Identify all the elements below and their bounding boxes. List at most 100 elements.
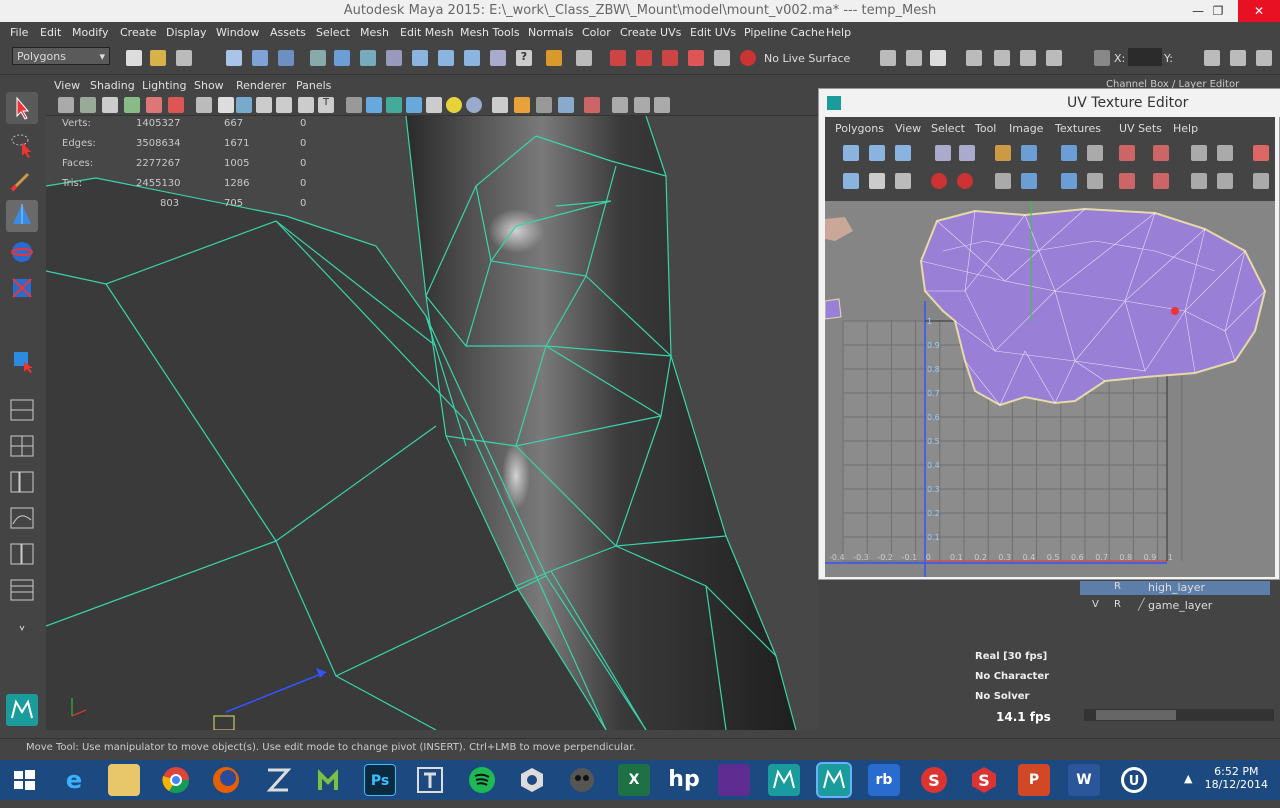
select-component-icon[interactable]	[278, 50, 294, 66]
menu-mesh[interactable]: Mesh	[360, 26, 389, 39]
system-clock[interactable]: 6:52 PM 18/12/2014	[1205, 765, 1268, 791]
help-icon[interactable]: ?	[516, 50, 532, 66]
attribute-editor-icon[interactable]	[966, 50, 982, 66]
panel-menu-show[interactable]: Show	[194, 79, 224, 92]
menu-modify[interactable]: Modify	[72, 26, 108, 39]
layout-timeline-icon[interactable]	[6, 574, 38, 606]
magnet-icon[interactable]	[740, 50, 756, 66]
file-explorer-icon[interactable]	[108, 764, 140, 796]
x-field[interactable]	[1128, 48, 1162, 66]
close-button[interactable]: ✕	[1238, 0, 1280, 22]
s-app-icon[interactable]: S	[918, 764, 950, 796]
mask-face-icon[interactable]	[360, 50, 376, 66]
smooth-shade-icon[interactable]	[366, 97, 382, 113]
bookmark-icon[interactable]	[102, 97, 118, 113]
menu-create-uvs[interactable]: Create UVs	[620, 26, 681, 39]
layer-row[interactable]: R high_layer	[1080, 581, 1270, 595]
open-scene-icon[interactable]	[150, 50, 166, 66]
excel-icon[interactable]: X	[618, 764, 650, 796]
sidebar-toggle-icon[interactable]	[1204, 50, 1220, 66]
render-settings-icon[interactable]	[662, 50, 678, 66]
menu-select[interactable]: Select	[316, 26, 350, 39]
hud-toggle-icon[interactable]	[654, 97, 670, 113]
hexagon-app-icon[interactable]	[516, 764, 548, 796]
uv-rotate-cw-icon[interactable]	[957, 173, 973, 189]
xray-icon[interactable]	[406, 97, 422, 113]
uv-menu-select[interactable]: Select	[931, 122, 965, 135]
layout-hypershade-icon[interactable]	[6, 538, 38, 570]
purple-app-icon[interactable]	[718, 764, 750, 796]
layout-graph-icon[interactable]	[6, 502, 38, 534]
uv-grid-icon[interactable]	[1087, 145, 1103, 161]
manipulator-tool-icon[interactable]	[6, 344, 38, 376]
scrollbar-thumb[interactable]	[1096, 710, 1176, 720]
mask-vertex-icon[interactable]	[310, 50, 326, 66]
more-layouts-icon[interactable]	[6, 620, 38, 636]
select-hierarchy-icon[interactable]	[226, 50, 242, 66]
isolate-select-icon[interactable]	[584, 97, 600, 113]
layer-visibility-toggle[interactable]: V	[1092, 599, 1099, 610]
uv-lattice-icon[interactable]	[843, 145, 859, 161]
mask-app-icon[interactable]	[566, 764, 598, 796]
unreal-icon[interactable]: U	[1118, 764, 1150, 796]
outliner-toggle-icon[interactable]	[1230, 50, 1246, 66]
textured-icon[interactable]	[426, 97, 442, 113]
modeling-toolkit-icon[interactable]	[1256, 50, 1272, 66]
gate-mask-icon[interactable]	[256, 97, 272, 113]
word-icon[interactable]: W	[1068, 764, 1100, 796]
construction-history-icon[interactable]	[576, 50, 592, 66]
camera-attributes-icon[interactable]	[80, 97, 96, 113]
uv-straighten-icon[interactable]	[869, 173, 885, 189]
uv-align-v-icon[interactable]	[1153, 145, 1169, 161]
wireframe-on-shaded-icon[interactable]	[386, 97, 402, 113]
uv-menu-uv-sets[interactable]: UV Sets	[1119, 122, 1162, 135]
snap-point-icon[interactable]	[464, 50, 480, 66]
uv-smudge-icon[interactable]	[895, 145, 911, 161]
uv-pin-icon[interactable]	[1021, 173, 1037, 189]
uv-snapshot-icon[interactable]	[1191, 145, 1207, 161]
lights-icon[interactable]	[446, 97, 462, 113]
lasso-tool-icon[interactable]	[6, 128, 38, 160]
hypershade-icon[interactable]	[688, 50, 704, 66]
xray-joints-icon[interactable]	[612, 97, 628, 113]
menu-edit-mesh[interactable]: Edit Mesh	[400, 26, 454, 39]
layout-single-icon[interactable]	[6, 394, 38, 426]
tool-settings-icon[interactable]	[994, 50, 1010, 66]
resolution-gate-icon[interactable]	[236, 97, 252, 113]
render-view-icon[interactable]	[714, 50, 730, 66]
spotify-icon[interactable]	[466, 764, 498, 796]
move-tool-icon[interactable]	[6, 200, 38, 232]
menu-create[interactable]: Create	[120, 26, 157, 39]
uv-menu-textures[interactable]: Textures	[1055, 122, 1101, 135]
zbrush-icon[interactable]	[262, 764, 294, 796]
clipboard-icon[interactable]	[930, 50, 946, 66]
menu-file[interactable]: File	[10, 26, 28, 39]
uv-shell-icon[interactable]	[1217, 145, 1233, 161]
uv-select-border-icon[interactable]	[1153, 173, 1169, 189]
snap-curve-icon[interactable]	[438, 50, 454, 66]
rotate-tool-icon[interactable]	[6, 236, 38, 268]
snap-together-icon[interactable]	[906, 50, 922, 66]
uv-rotate-ccw-icon[interactable]	[931, 173, 947, 189]
menu-color[interactable]: Color	[582, 26, 611, 39]
windows-start-icon[interactable]	[8, 764, 40, 796]
layer-editor-toggle-icon[interactable]	[1046, 50, 1062, 66]
rb-icon[interactable]: rb	[868, 764, 900, 796]
film-gate-icon[interactable]	[218, 97, 234, 113]
safe-action-icon[interactable]	[298, 97, 314, 113]
xray-active-icon[interactable]	[634, 97, 650, 113]
chrome-icon[interactable]	[160, 764, 192, 796]
uv-relax-icon[interactable]	[895, 173, 911, 189]
snap-grid-icon[interactable]	[412, 50, 428, 66]
uv-sew-icon[interactable]	[1021, 145, 1037, 161]
layer-render-toggle[interactable]: R	[1114, 599, 1121, 610]
uv-display-icon[interactable]	[1253, 173, 1269, 189]
mask-edge-icon[interactable]	[334, 50, 350, 66]
panel-menu-lighting[interactable]: Lighting	[142, 79, 186, 92]
menu-pipeline-cache[interactable]: Pipeline Cache	[744, 26, 825, 39]
menu-edit[interactable]: Edit	[40, 26, 61, 39]
layer-render-toggle[interactable]: R	[1114, 581, 1121, 592]
layer-scrollbar[interactable]	[1084, 709, 1274, 721]
uv-menu-tool[interactable]: Tool	[975, 122, 996, 135]
mask-uv-icon[interactable]	[386, 50, 402, 66]
